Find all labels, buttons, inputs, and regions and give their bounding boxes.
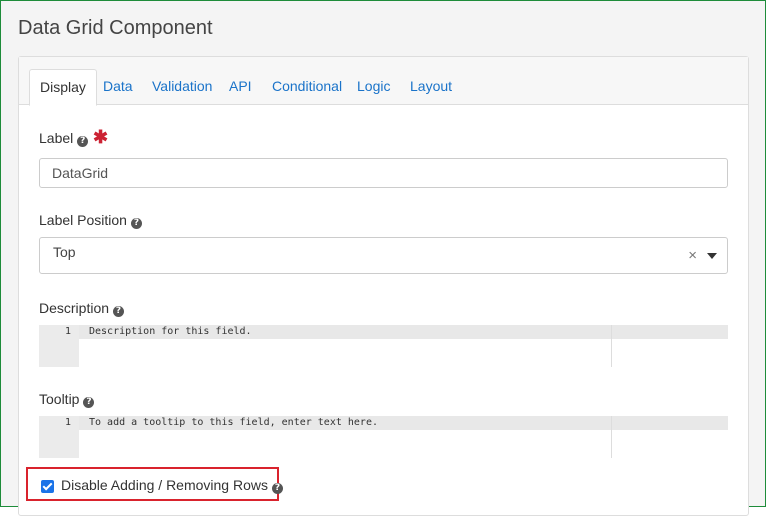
help-icon[interactable]: ? xyxy=(272,483,283,494)
label-field-text: Label xyxy=(39,130,74,146)
tab-api[interactable]: API xyxy=(219,69,262,105)
disable-rows-label[interactable]: Disable Adding / Removing Rows? xyxy=(61,477,283,494)
tab-bar: Display Data Validation API Conditional … xyxy=(19,57,748,106)
tab-conditional[interactable]: Conditional xyxy=(262,69,352,105)
description-editor[interactable]: 1 Description for this field. xyxy=(39,325,728,367)
settings-card: Display Data Validation API Conditional … xyxy=(18,56,749,516)
print-margin xyxy=(611,416,612,458)
help-icon[interactable]: ? xyxy=(83,397,95,408)
help-icon[interactable]: ? xyxy=(113,306,125,317)
tab-data[interactable]: Data xyxy=(93,69,143,105)
label-position-label: Label Position? xyxy=(39,212,142,229)
required-icon: ✱ xyxy=(93,127,109,147)
tooltip-label-text: Tooltip xyxy=(39,391,80,407)
disable-rows-checkbox[interactable] xyxy=(41,480,54,493)
tooltip-placeholder: To add a tooltip to this field, enter te… xyxy=(89,417,378,428)
line-number: 1 xyxy=(64,326,71,337)
label-position-text: Label Position xyxy=(39,212,127,228)
print-margin xyxy=(611,325,612,367)
clear-icon[interactable]: × xyxy=(688,247,697,264)
disable-rows-text: Disable Adding / Removing Rows xyxy=(61,477,268,493)
highlight-box: Disable Adding / Removing Rows? xyxy=(26,467,283,501)
description-label: Description? xyxy=(39,300,125,317)
label-position-select[interactable]: Top × xyxy=(39,237,728,274)
page-title: Data Grid Component xyxy=(18,17,213,39)
tooltip-label: Tooltip? xyxy=(39,391,95,408)
label-input[interactable]: DataGrid xyxy=(39,158,728,188)
tab-display[interactable]: Display xyxy=(29,69,97,106)
tab-logic[interactable]: Logic xyxy=(347,69,400,105)
help-icon[interactable]: ? xyxy=(130,218,142,229)
window-frame: Data Grid Component Display Data Validat… xyxy=(0,0,766,516)
label-position-value: Top xyxy=(53,244,76,260)
chevron-down-icon[interactable] xyxy=(707,253,717,259)
help-icon[interactable]: ? xyxy=(77,136,89,147)
description-placeholder: Description for this field. xyxy=(89,326,252,337)
description-label-text: Description xyxy=(39,300,110,316)
tooltip-editor[interactable]: 1 To add a tooltip to this field, enter … xyxy=(39,416,728,458)
tab-layout[interactable]: Layout xyxy=(400,69,462,105)
line-number: 1 xyxy=(64,417,71,428)
label-field-label: Label? xyxy=(39,130,89,147)
tab-validation[interactable]: Validation xyxy=(142,69,222,105)
